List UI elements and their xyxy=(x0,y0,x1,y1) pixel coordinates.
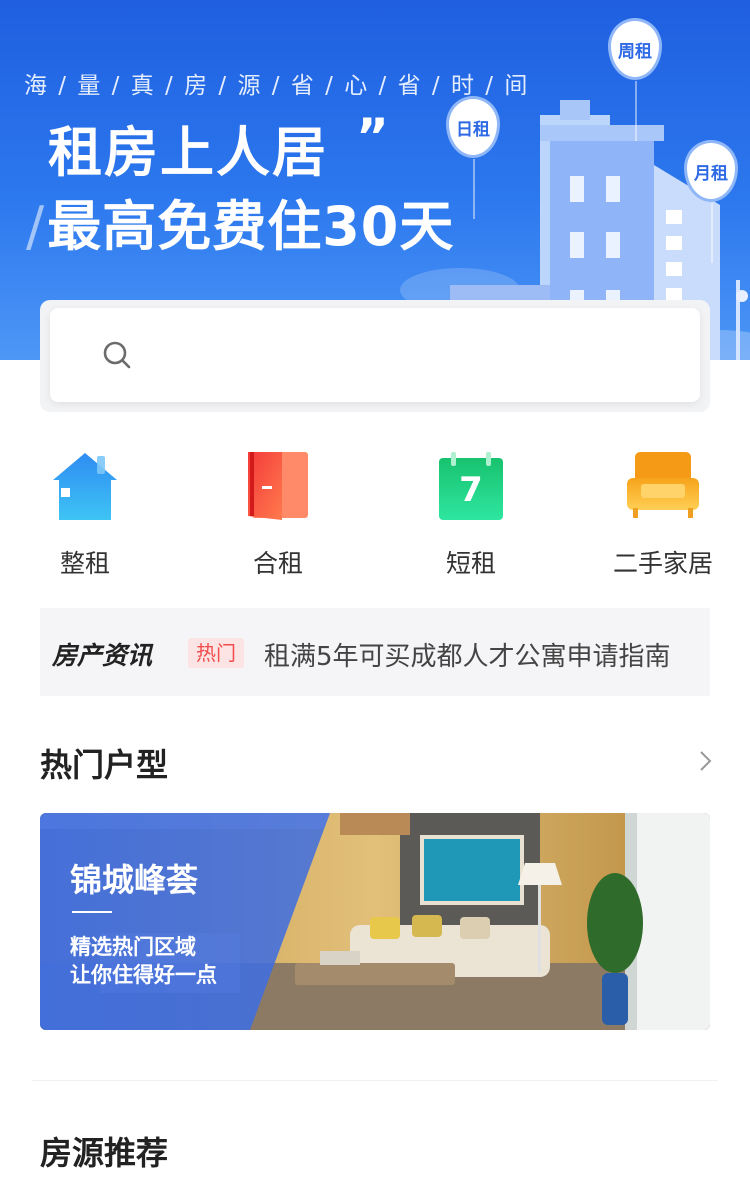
page: 海 / 量 / 真 / 房 / 源 / 省 / 心 / 省 / 时 / 间 租房… xyxy=(0,0,750,1183)
category-short-rent[interactable]: 7 短租 xyxy=(406,448,536,580)
calendar-icon: 7 xyxy=(431,448,511,528)
living-room-photo xyxy=(40,813,710,1030)
hero-quote-mark: ” xyxy=(356,108,389,166)
category-label: 二手家居 xyxy=(612,549,713,578)
door-icon xyxy=(238,448,318,528)
promo-subtitle-2: 让你住得好一点 xyxy=(70,963,217,987)
category-whole-rent[interactable]: 整租 xyxy=(20,448,150,580)
section-divider xyxy=(32,1080,718,1081)
category-label: 短租 xyxy=(445,549,496,578)
chevron-right-icon[interactable] xyxy=(694,750,716,772)
promo-subtitle-1: 精选热门区域 xyxy=(70,935,196,959)
sofa-icon xyxy=(623,448,703,528)
category-second-hand-furniture[interactable]: 二手家居 xyxy=(598,448,728,580)
house-icon xyxy=(45,448,125,528)
promo-divider xyxy=(72,911,112,913)
promo-title: 锦城峰荟 xyxy=(70,861,199,899)
hero-slash: / xyxy=(26,195,46,258)
promo-banner[interactable]: 锦城峰荟 精选热门区域 让你住得好一点 xyxy=(40,813,710,1030)
search-icon xyxy=(103,341,131,369)
hero-headline-1: 租房上人居 xyxy=(48,121,328,184)
section-title-recommendations: 房源推荐 xyxy=(40,1134,169,1172)
hot-badge: 热门 xyxy=(188,638,244,668)
search-bar[interactable] xyxy=(50,308,700,402)
news-headline[interactable]: 租满5年可买成都人才公寓申请指南 xyxy=(264,636,671,673)
section-title-hot-layouts: 热门户型 xyxy=(40,746,169,784)
calendar-number: 7 xyxy=(459,470,483,510)
news-title: 房产资讯 xyxy=(52,641,153,670)
search-input[interactable] xyxy=(150,336,670,376)
news-ticker[interactable]: 房产资讯 热门 租满5年可买成都人才公寓申请指南 xyxy=(40,608,710,696)
category-label: 合租 xyxy=(252,549,303,578)
category-shared-rent[interactable]: 合租 xyxy=(213,448,343,580)
category-label: 整租 xyxy=(59,549,110,578)
